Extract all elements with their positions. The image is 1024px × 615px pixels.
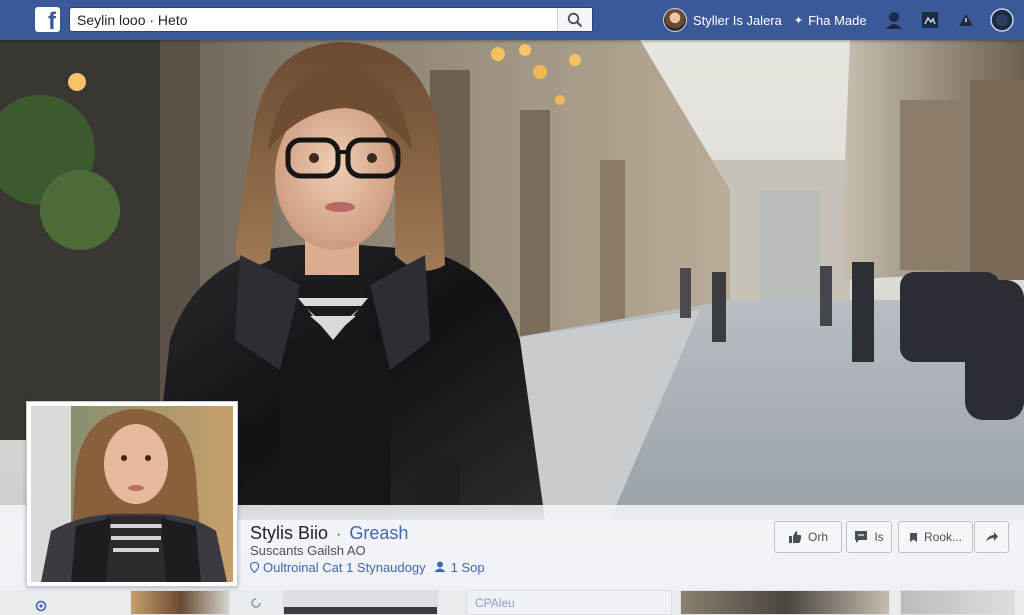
nav-profile-name[interactable]: Styller Is Jalera xyxy=(693,13,782,28)
nav-profile-links: Styller Is Jalera ✦ Fha Made xyxy=(663,0,867,40)
thumbs-up-icon xyxy=(788,531,802,543)
profile-name-row: Stylis Biio · Greash xyxy=(250,523,408,544)
post-card-label: CPAleu xyxy=(475,596,515,610)
home-icon: ✦ xyxy=(793,14,804,27)
friends-icon xyxy=(434,561,446,575)
profile-page: f Styller Is Jalera ✦ Fha Made xyxy=(0,0,1024,615)
account-icon xyxy=(990,8,1014,32)
message-button-label: Is xyxy=(874,530,884,544)
timeline-icon[interactable] xyxy=(35,599,47,615)
search-icon xyxy=(567,12,583,27)
location-pin-icon xyxy=(250,562,259,573)
profile-picture-image xyxy=(31,406,233,582)
top-navigation-bar: f Styller Is Jalera ✦ Fha Made xyxy=(0,0,1024,40)
bookmark-icon xyxy=(909,532,917,542)
search-button[interactable] xyxy=(557,8,592,31)
like-button-label: Orh xyxy=(807,530,828,544)
messages-button[interactable] xyxy=(918,8,942,32)
friend-requests-button[interactable] xyxy=(882,8,906,32)
message-button[interactable]: Is xyxy=(846,521,892,553)
more-button[interactable]: Rook... xyxy=(898,521,973,553)
name-separator: · xyxy=(336,526,342,543)
share-arrow-icon xyxy=(985,532,998,542)
like-button[interactable]: Orh xyxy=(774,521,842,553)
friend-requests-icon xyxy=(886,12,902,29)
profile-picture[interactable] xyxy=(26,401,238,587)
nav-icon-group xyxy=(882,8,1014,32)
profile-intro-text: Suscants Gailsh AO xyxy=(250,543,366,558)
message-icon xyxy=(855,531,868,543)
friends-count-link[interactable]: 1 Sop xyxy=(451,560,485,575)
nav-avatar[interactable] xyxy=(663,8,687,32)
post-card[interactable] xyxy=(283,590,438,615)
profile-details-row: Oultroinal Cat 1 Stynaudogy 1 Sop xyxy=(250,560,485,575)
refresh-icon[interactable] xyxy=(250,596,262,614)
notifications-icon xyxy=(959,14,973,26)
photo-card[interactable] xyxy=(680,590,890,615)
share-button[interactable] xyxy=(974,521,1009,553)
notifications-button[interactable] xyxy=(954,8,978,32)
more-button-label: Rook... xyxy=(923,530,962,544)
nav-home-link[interactable]: Fha Made xyxy=(808,13,867,28)
facebook-logo-icon[interactable]: f xyxy=(35,7,60,32)
profile-detail-link[interactable]: Oultroinal Cat 1 Stynaudogy xyxy=(263,560,426,575)
search-input[interactable] xyxy=(70,8,558,31)
photo-thumbnail-card[interactable] xyxy=(130,590,230,615)
messages-icon xyxy=(922,12,938,28)
profile-alt-name[interactable]: Greash xyxy=(349,523,408,544)
profile-name[interactable]: Stylis Biio xyxy=(250,523,328,544)
search-bar[interactable] xyxy=(69,7,593,32)
photo-card-right[interactable] xyxy=(900,590,1015,615)
account-menu-button[interactable] xyxy=(990,8,1014,32)
